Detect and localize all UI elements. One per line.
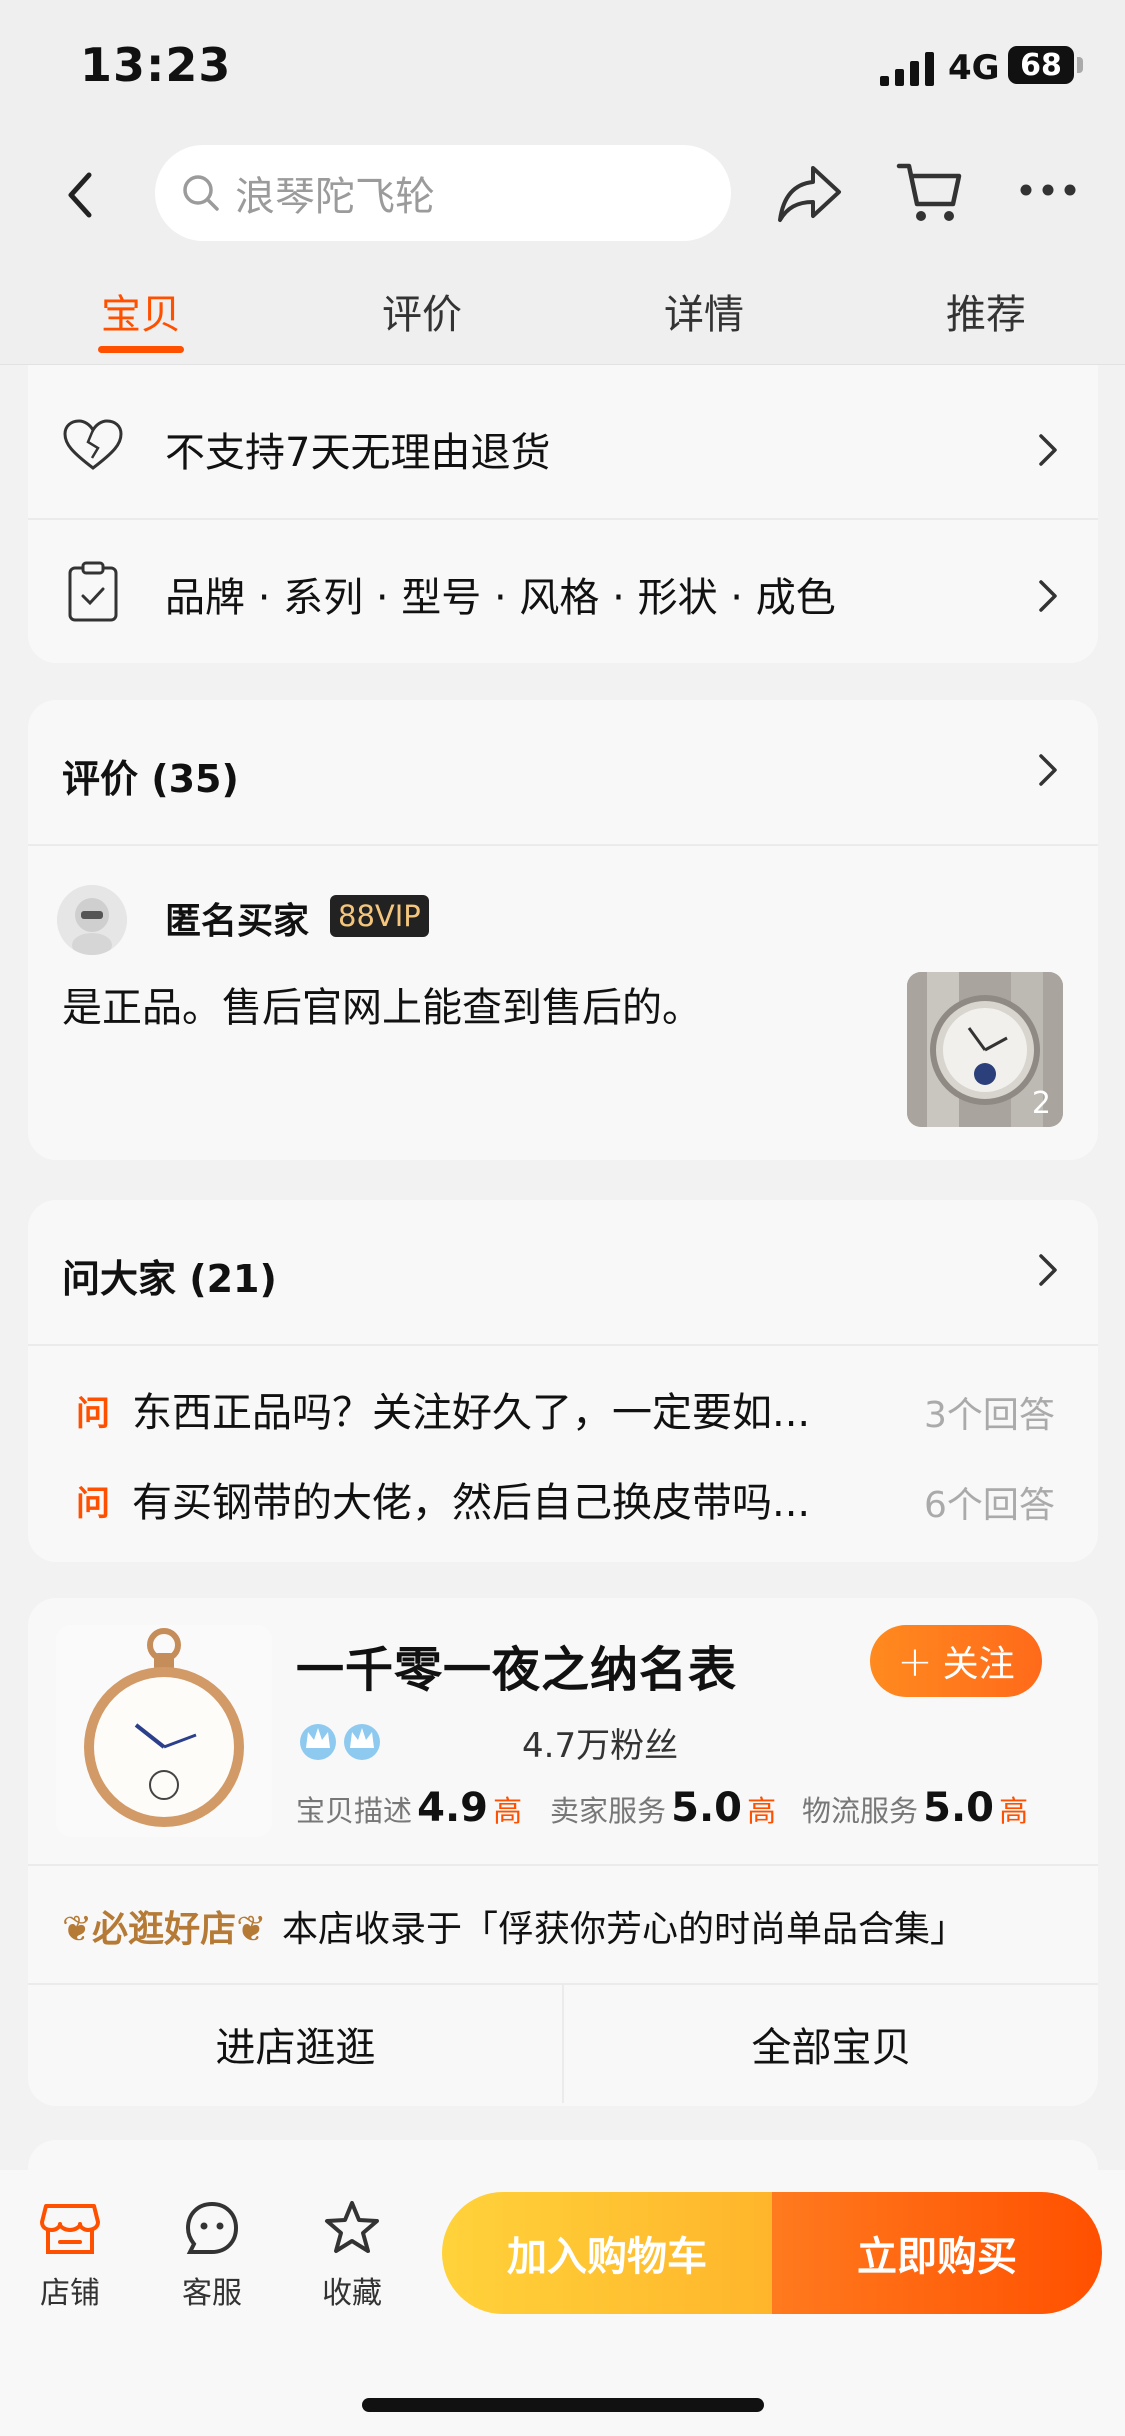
rating-item: 卖家服务 5.0 高 [550, 1785, 776, 1831]
search-bar[interactable]: 浪琴陀飞轮 [155, 145, 731, 241]
tab-recommend[interactable]: 推荐 [886, 282, 1086, 340]
answer-count: 3个回答 [924, 1395, 1055, 1436]
rating-score: 5.0 [923, 1785, 994, 1831]
rating-label: 物流服务 [802, 1794, 919, 1828]
must-visit-badge: ❦必逛好店❦ [62, 1900, 266, 1952]
favorite-label: 收藏 [322, 2276, 382, 2311]
photo-count: 2 [1031, 1086, 1051, 1121]
signal-icon [880, 52, 934, 86]
must-visit-label: 必逛好店 [92, 1909, 237, 1950]
back-button[interactable] [50, 165, 110, 225]
rating-level: 高 [999, 1794, 1029, 1828]
plus-icon: + [897, 1636, 933, 1686]
customer-service-label: 客服 [182, 2276, 242, 2311]
reviews-title: 评价 (35) [62, 757, 239, 801]
network-type: 4G [948, 48, 1000, 88]
chevron-left-icon [68, 172, 92, 218]
enter-shop-button[interactable]: 进店逛逛 [28, 2015, 563, 2073]
clipboard-check-icon [68, 561, 118, 622]
question-text: 有买钢带的大佬，然后自己换皮带吗... [132, 1480, 811, 1526]
star-icon [325, 2201, 379, 2253]
chevron-right-icon [1039, 754, 1057, 786]
battery-icon: 68 [1008, 46, 1074, 84]
battery-level: 68 [1020, 47, 1062, 83]
active-tab-indicator [98, 346, 184, 353]
store-label: 店铺 [40, 2276, 100, 2311]
tab-details[interactable]: 详情 [604, 282, 804, 340]
attributes-label: 品牌 · 系列 · 型号 · 风格 · 形状 · 成色 [165, 575, 836, 621]
add-to-cart-button[interactable]: 加入购物车 [442, 2192, 772, 2314]
search-icon [183, 175, 219, 211]
customer-service-icon [185, 2201, 239, 2254]
tab-reviews[interactable]: 评价 [322, 282, 522, 340]
customer-service-button[interactable]: 客服 [152, 2200, 272, 2312]
rating-level: 高 [493, 1794, 523, 1828]
question-text: 东西正品吗？关注好久了，一定要如... [132, 1390, 811, 1436]
return-policy-label: 不支持7天无理由退货 [165, 430, 551, 476]
shop-name[interactable]: 一千零一夜之纳名表 [296, 1630, 737, 1700]
crown-rating-icon [300, 1724, 380, 1760]
more-icon[interactable] [1018, 175, 1078, 205]
questions-title: 问大家 (21) [62, 1257, 277, 1301]
laurel-icon: ❦ [236, 1909, 267, 1950]
search-placeholder: 浪琴陀飞轮 [235, 174, 435, 220]
vip-badge: 88VIP [330, 895, 429, 937]
fans-count: 4.7万粉丝 [522, 1726, 679, 1766]
question-marker: 问 [76, 1484, 110, 1524]
pocket-watch-image [56, 1625, 272, 1837]
chevron-right-icon [1039, 434, 1057, 466]
divider [28, 844, 1098, 846]
laurel-icon: ❦ [62, 1909, 93, 1950]
tab-baobei[interactable]: 宝贝 [41, 282, 241, 340]
rating-label: 宝贝描述 [296, 1794, 413, 1828]
status-time: 13:23 [80, 38, 232, 92]
cart-icon[interactable] [895, 158, 965, 228]
home-indicator [362, 2398, 764, 2412]
store-button[interactable]: 店铺 [10, 2200, 130, 2312]
shop-logo[interactable] [56, 1625, 272, 1837]
rating-score: 4.9 [417, 1785, 488, 1831]
review-photo[interactable]: 2 [907, 972, 1063, 1127]
all-items-button[interactable]: 全部宝贝 [564, 2015, 1099, 2073]
rating-score: 5.0 [671, 1785, 742, 1831]
buy-now-button[interactable]: 立即购买 [772, 2192, 1102, 2314]
question-marker: 问 [76, 1394, 110, 1434]
chevron-right-icon [1039, 580, 1057, 612]
battery-tip [1077, 57, 1083, 73]
rating-label: 卖家服务 [550, 1794, 667, 1828]
rating-item: 物流服务 5.0 高 [802, 1785, 1028, 1831]
rating-item: 宝贝描述 4.9 高 [296, 1785, 522, 1831]
store-icon [40, 2204, 100, 2254]
avatar [57, 885, 127, 955]
review-text: 是正品。售后官网上能查到售后的。 [62, 985, 702, 1031]
divider [28, 1344, 1098, 1346]
follow-label: 关注 [942, 1644, 1015, 1685]
answer-count: 6个回答 [924, 1485, 1055, 1526]
rating-level: 高 [747, 1794, 777, 1828]
share-icon[interactable] [775, 160, 845, 226]
follow-button[interactable]: + 关注 [870, 1625, 1042, 1697]
reviewer-name: 匿名买家 [165, 901, 310, 942]
collection-text: 本店收录于「俘获你芳心的时尚单品合集」 [282, 1909, 967, 1950]
heart-outline-icon [63, 419, 123, 470]
chevron-right-icon [1039, 1254, 1057, 1286]
favorite-button[interactable]: 收藏 [292, 2200, 412, 2312]
